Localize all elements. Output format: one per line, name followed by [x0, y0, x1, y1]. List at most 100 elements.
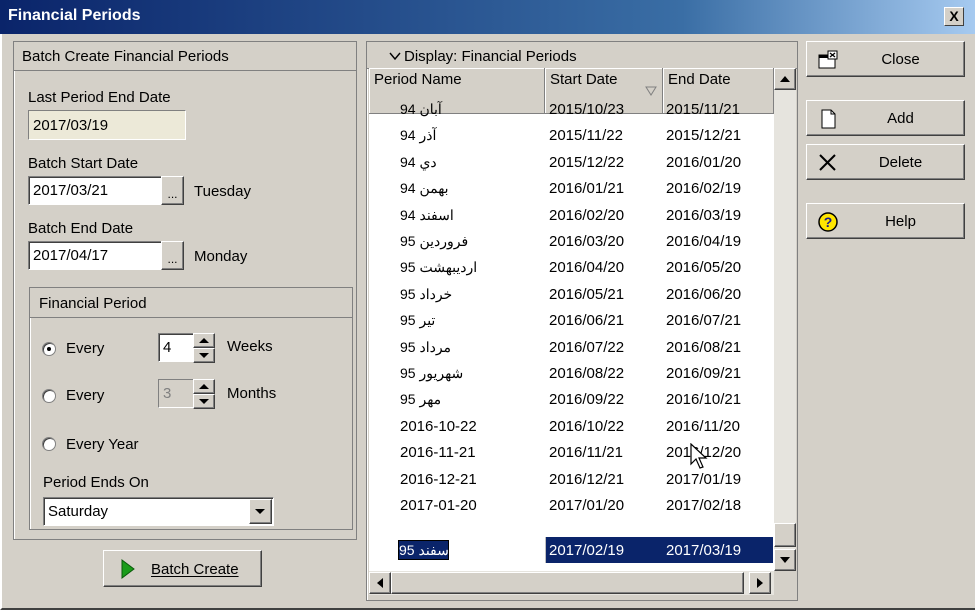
table-row[interactable]: 2016-11-21 2016/11/21 2016/12/20 — [369, 439, 773, 465]
help-button-label: Help — [885, 213, 916, 230]
table-row[interactable]: آذر 94 2015/11/22 2015/12/21 — [369, 122, 773, 148]
every-weeks-radio[interactable] — [42, 342, 56, 356]
period-ends-select[interactable]: Saturday — [43, 497, 274, 526]
period-name-cell: 2016-11-21 — [400, 444, 476, 462]
months-spin-down[interactable] — [193, 394, 215, 409]
table-row[interactable]: شهریور 95 2016/08/22 2016/09/21 — [369, 360, 773, 386]
help-button[interactable]: ? Help — [806, 203, 965, 239]
weeks-unit: Weeks — [227, 338, 273, 355]
end-date-cell: 2016/03/19 — [666, 206, 742, 224]
table-row[interactable]: 2016-12-21 2016/12/21 2017/01/19 — [369, 466, 773, 492]
arrow-down-icon — [199, 353, 209, 358]
arrow-up-icon — [199, 384, 209, 389]
table-row[interactable]: مرداد 95 2016/07/22 2016/08/21 — [369, 334, 773, 360]
delete-button[interactable]: Delete — [806, 144, 965, 180]
period-name-editor[interactable]: 95 اسفند — [369, 537, 545, 563]
arrow-left-icon — [377, 578, 383, 588]
weeks-spin-down[interactable] — [193, 348, 215, 363]
every-months-radio[interactable] — [42, 389, 56, 403]
table-row[interactable]: 2017-01-20 2017/01/20 2017/02/18 — [369, 492, 773, 518]
table-row[interactable]: دي 94 2015/12/22 2016/01/20 — [369, 149, 773, 175]
weeks-spin-up[interactable] — [193, 333, 215, 348]
display-panel-header[interactable]: Display: Financial Periods — [367, 42, 797, 69]
h-scroll-thumb[interactable] — [391, 572, 744, 594]
table-row[interactable]: 2016-10-22 2016/10/22 2016/11/20 — [369, 413, 773, 439]
column-header-start-date-label: Start Date — [550, 71, 618, 88]
end-date-cell: 2016/10/21 — [666, 391, 742, 409]
close-button[interactable]: Close — [806, 41, 965, 77]
period-name-cell: فروردین 95 — [400, 233, 469, 249]
months-value: 3 — [163, 385, 172, 402]
table-row[interactable]: فروردین 95 2016/03/20 2016/04/19 — [369, 228, 773, 254]
end-date-cell: 2016/05/20 — [666, 259, 742, 277]
table-row[interactable]: اسفند 94 2016/02/20 2016/03/19 — [369, 202, 773, 228]
table-row[interactable]: آبان 94 2015/10/23 2015/11/21 — [369, 96, 773, 122]
batch-start-label: Batch Start Date — [28, 155, 139, 172]
months-unit: Months — [227, 385, 277, 402]
batch-create-label: Batch Create — [151, 561, 239, 578]
months-spin-up[interactable] — [193, 379, 215, 394]
scroll-left-button[interactable] — [369, 572, 391, 594]
arrow-right-icon — [757, 578, 763, 588]
add-button[interactable]: Add — [806, 100, 965, 136]
scroll-up-button[interactable] — [774, 68, 796, 90]
end-date-cell: 2015/11/21 — [666, 101, 740, 118]
table-row[interactable]: تیر 95 2016/06/21 2016/07/21 — [369, 307, 773, 333]
ellipsis-icon: ... — [167, 252, 178, 266]
batch-end-input[interactable]: 2017/04/17 — [28, 241, 162, 270]
selected-end-date: 2017/03/19 — [666, 542, 742, 559]
period-name-cell: اردیبهشت 95 — [400, 259, 478, 276]
scroll-down-button[interactable] — [774, 549, 796, 571]
window-title: Financial Periods — [8, 7, 141, 24]
period-ends-dropdown-button[interactable] — [249, 499, 272, 524]
period-name-cell: آبان 94 — [400, 101, 442, 117]
table-row[interactable]: بهمن 94 2016/01/21 2016/02/19 — [369, 175, 773, 201]
ellipsis-icon: ... — [167, 187, 178, 201]
chevron-down-icon — [255, 509, 265, 514]
vertical-scrollbar[interactable] — [774, 68, 796, 571]
mouse-cursor-icon — [690, 443, 708, 469]
selected-period-name: 95 اسفند — [399, 542, 453, 558]
scroll-right-button[interactable] — [749, 572, 771, 594]
period-name-cell: 2016-10-22 — [400, 417, 477, 435]
delete-button-label: Delete — [878, 154, 923, 171]
batch-end-picker-button[interactable]: ... — [161, 241, 184, 270]
period-name-cell: 2016-12-21 — [400, 470, 477, 488]
table-row-selected[interactable]: 95 اسفند 2017/02/19 2017/03/19 — [369, 537, 773, 563]
every-weeks-label: Every — [66, 340, 105, 357]
batch-end-label: Batch End Date — [28, 220, 134, 237]
start-date-cell: 2017/01/20 — [549, 497, 625, 514]
title-bar[interactable]: Financial Periods X — [0, 0, 975, 34]
every-year-label: Every Year — [66, 436, 139, 453]
batch-start-input[interactable]: 2017/03/21 — [28, 176, 162, 205]
months-input[interactable]: 3 — [158, 379, 194, 408]
batch-start-day: Tuesday — [194, 183, 251, 200]
end-date-cell: 2016/08/21 — [666, 338, 742, 356]
last-period-end-field: 2017/03/19 — [28, 110, 186, 140]
periods-grid[interactable]: Period Name Start Date End Date آبان 94 2… — [369, 68, 774, 571]
end-date-cell: 2016/01/20 — [666, 153, 742, 171]
weeks-input[interactable]: 4 — [158, 333, 194, 362]
chevron-down-icon — [389, 52, 401, 61]
scroll-thumb[interactable] — [774, 523, 796, 547]
window-close-button[interactable]: X — [944, 7, 964, 26]
start-date-cell: 2016/06/21 — [549, 312, 625, 330]
horizontal-scrollbar[interactable] — [369, 571, 774, 595]
start-date-cell: 2016/01/21 — [549, 180, 625, 198]
batch-create-button[interactable]: Batch Create — [103, 550, 262, 587]
start-date-cell: 2016/05/21 — [549, 285, 625, 303]
table-row[interactable]: خرداد 95 2016/05/21 2016/06/20 — [369, 281, 773, 307]
batch-end-value: 2017/04/17 — [33, 247, 109, 264]
batch-start-picker-button[interactable]: ... — [161, 176, 184, 205]
column-header-period-name-label: Period Name — [374, 71, 462, 88]
start-date-cell: 2016/07/22 — [549, 338, 625, 356]
start-date-cell: 2015/10/23 — [549, 101, 625, 118]
start-date-cell: 2016/04/20 — [549, 259, 625, 277]
table-row[interactable]: اردیبهشت 95 2016/04/20 2016/05/20 — [369, 254, 773, 280]
financial-period-group: Financial Period — [29, 287, 353, 530]
table-row[interactable]: مهر 95 2016/09/22 2016/10/21 — [369, 386, 773, 412]
arrow-down-icon — [780, 557, 790, 563]
end-date-cell: 2016/11/20 — [666, 417, 740, 435]
every-year-radio[interactable] — [42, 437, 56, 451]
last-period-end-value: 2017/03/19 — [33, 117, 109, 134]
